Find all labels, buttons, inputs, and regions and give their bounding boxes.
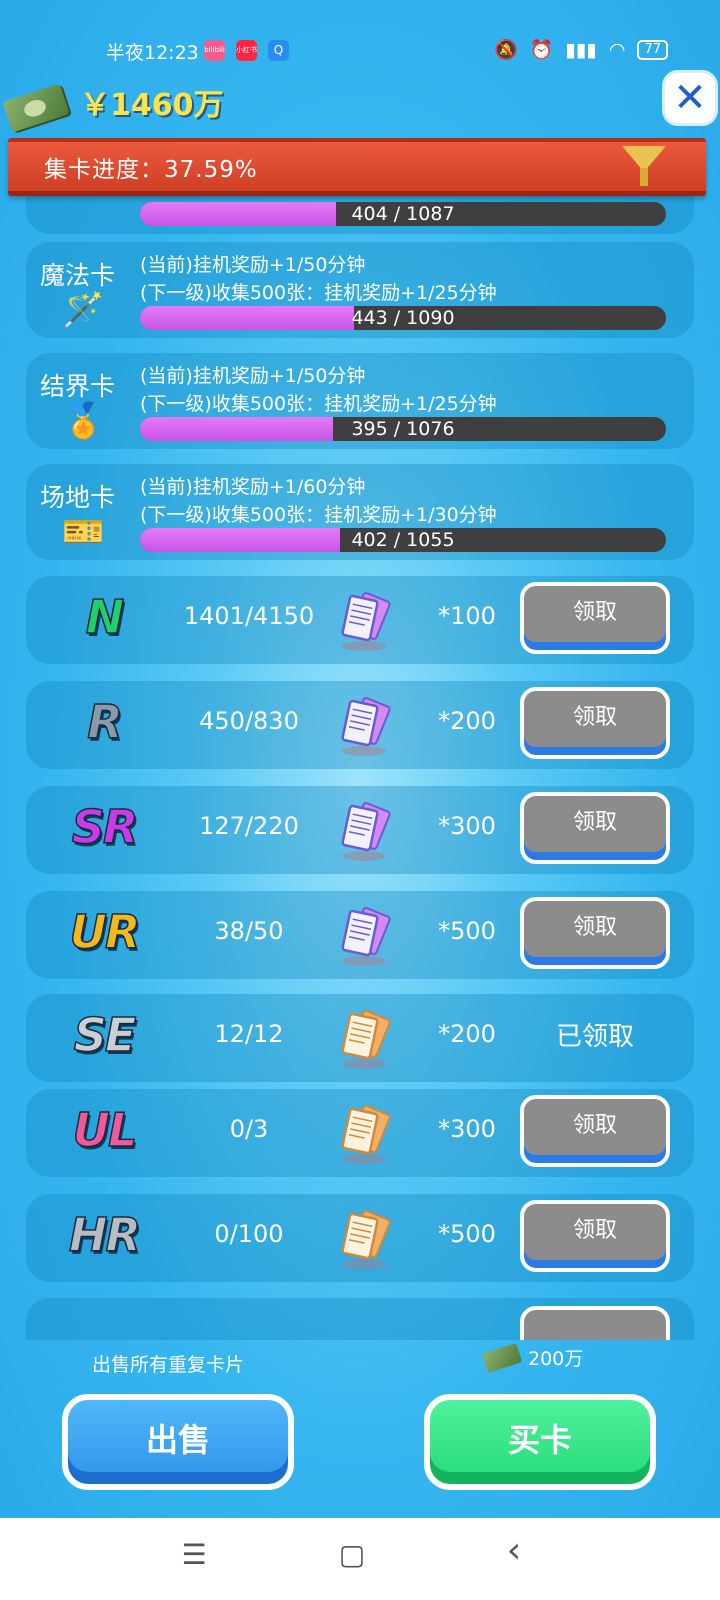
claim-button-partial[interactable]: [520, 1306, 670, 1340]
card-category-name: 结界卡: [40, 372, 116, 401]
ticket-icon: [341, 1210, 391, 1269]
funnel-stem: [640, 168, 648, 186]
rarity-label: UR: [69, 904, 141, 960]
progress-text: 443 / 1090: [351, 307, 455, 329]
card-category-partial: 404 / 1087: [26, 196, 694, 234]
collection-progress-text: 集卡进度：37.59%: [44, 157, 258, 183]
card-category: 魔法卡 🪄 (当前)挂机奖励+1/50分钟 (下一级)收集500张：挂机奖励+1/25…: [26, 242, 694, 338]
card-price: 200万: [481, 1342, 584, 1373]
claimed-label: 已领取: [555, 1022, 634, 1052]
ticket-icon: [341, 802, 391, 861]
collection-progress-banner: 集卡进度：37.59%: [8, 138, 706, 196]
progress-bar: 404 / 1087: [140, 202, 666, 226]
ticket-icon: [341, 907, 391, 966]
field-card-icon: 🎫: [62, 512, 105, 552]
reward-amount: *300: [438, 1115, 496, 1143]
status-bar: 半夜12:23 bilibili 小红书 Q 🔕 ⏰ ▮▮▮ ◠ 77: [0, 34, 720, 68]
rarity-row: R 450/830 *200 领取: [26, 681, 694, 769]
rarity-row: SR 127/220 *300 领取: [26, 786, 694, 874]
collection-count: 38/50: [214, 917, 284, 945]
bottom-panel: 出售所有重复卡片 200万 出售 买卡: [0, 1340, 720, 1518]
progress-text: 402 / 1055: [351, 529, 455, 551]
rarity-label: SR: [71, 799, 139, 855]
ticket-icon: [341, 697, 391, 756]
card-price-text: 200万: [528, 1348, 584, 1370]
ticket-icon: [341, 1010, 391, 1069]
alarm-icon: ⏰: [529, 39, 554, 61]
rarity-row: N 1401/4150 *100 领取: [26, 576, 694, 664]
collection-count: 450/830: [199, 707, 299, 735]
next-level-bonus: (下一级)收集500张：挂机奖励+1/25分钟: [140, 393, 497, 415]
collection-count: 12/12: [214, 1020, 284, 1048]
claim-button[interactable]: 领取: [520, 582, 670, 654]
reward-amount: *100: [438, 602, 496, 630]
battery-indicator: 77: [637, 39, 668, 60]
sell-hint: 出售所有重复卡片: [92, 1354, 245, 1376]
card-category-name: 场地卡: [40, 483, 116, 512]
bilibili-app-icon: bilibili: [204, 40, 225, 61]
buy-card-button[interactable]: 买卡: [424, 1394, 656, 1490]
rarity-label: SE: [73, 1007, 137, 1063]
progress-bar: 395 / 1076: [140, 417, 666, 441]
reward-amount: *500: [438, 1220, 496, 1248]
card-category: 结界卡 🏅 (当前)挂机奖励+1/50分钟 (下一级)收集500张：挂机奖励+1/25…: [26, 353, 694, 449]
claim-button[interactable]: 领取: [520, 1200, 670, 1272]
collection-count: 0/3: [229, 1115, 269, 1143]
close-icon: ✕: [673, 75, 707, 121]
signal-icon: ▮▮▮: [565, 38, 597, 61]
current-bonus: (当前)挂机奖励+1/60分钟: [140, 476, 366, 498]
sell-button[interactable]: 出售: [62, 1394, 294, 1490]
navigation-bar: ☰ ▢ ‹: [0, 1518, 720, 1600]
status-time: 半夜12:23: [106, 42, 199, 64]
progress-bar: 443 / 1090: [140, 306, 666, 330]
wifi-icon: ◠: [608, 38, 626, 61]
xiaohongshu-app-icon: 小红书: [236, 40, 257, 61]
rarity-label: N: [85, 589, 125, 645]
barrier-card-icon: 🏅: [62, 401, 105, 441]
reward-amount: *200: [438, 707, 496, 735]
money-display: ￥1460万: [0, 80, 720, 133]
collection-count: 1401/4150: [183, 602, 315, 630]
mute-icon: 🔕: [494, 39, 518, 61]
home-icon[interactable]: ▢: [332, 1538, 372, 1571]
rarity-label: R: [87, 694, 124, 750]
card-category: 场地卡 🎫 (当前)挂机奖励+1/60分钟 (下一级)收集500张：挂机奖励+1/30…: [26, 464, 694, 560]
money-amount: ￥1460万: [80, 88, 224, 123]
search-app-icon: Q: [268, 40, 289, 61]
back-icon[interactable]: ‹: [494, 1530, 534, 1571]
progress-bar: 402 / 1055: [140, 528, 666, 552]
menu-icon[interactable]: ☰: [174, 1538, 214, 1571]
ticket-icon: [341, 592, 391, 651]
cash-icon: [481, 1342, 523, 1373]
current-bonus: (当前)挂机奖励+1/50分钟: [140, 365, 366, 387]
claim-button[interactable]: 领取: [520, 687, 670, 759]
current-bonus: (当前)挂机奖励+1/50分钟: [140, 254, 366, 276]
reward-amount: *500: [438, 917, 496, 945]
ticket-icon: [341, 1105, 391, 1164]
magic-card-icon: 🪄: [62, 290, 105, 330]
card-category-name: 魔法卡: [40, 261, 116, 290]
rarity-label: HR: [68, 1207, 141, 1263]
close-button[interactable]: ✕: [662, 70, 718, 126]
status-icons: 🔕 ⏰ ▮▮▮ ◠ 77: [494, 38, 668, 61]
next-level-bonus: (下一级)收集500张：挂机奖励+1/25分钟: [140, 282, 497, 304]
rarity-row: HR 0/100 *500 领取: [26, 1194, 694, 1282]
reward-amount: *200: [438, 1020, 496, 1048]
cash-icon: [2, 83, 70, 133]
claim-button[interactable]: 领取: [520, 1095, 670, 1167]
rarity-row-partial: [26, 1298, 694, 1340]
rarity-label: UL: [72, 1102, 138, 1158]
progress-text: 404 / 1087: [351, 203, 455, 225]
collection-count: 0/100: [214, 1220, 284, 1248]
claim-button[interactable]: 领取: [520, 792, 670, 864]
claim-button[interactable]: 领取: [520, 897, 670, 969]
collection-count: 127/220: [199, 812, 299, 840]
rarity-row: SE 12/12 *200 已领取: [26, 994, 694, 1082]
progress-text: 395 / 1076: [351, 418, 455, 440]
reward-amount: *300: [438, 812, 496, 840]
rarity-row: UR 38/50 *500 领取: [26, 891, 694, 979]
card-list[interactable]: 404 / 1087 魔法卡 🪄 (当前)挂机奖励+1/50分钟 (下一级)收集500…: [0, 196, 720, 1340]
rarity-row: UL 0/3 *300 领取: [26, 1089, 694, 1177]
next-level-bonus: (下一级)收集500张：挂机奖励+1/30分钟: [140, 504, 497, 526]
